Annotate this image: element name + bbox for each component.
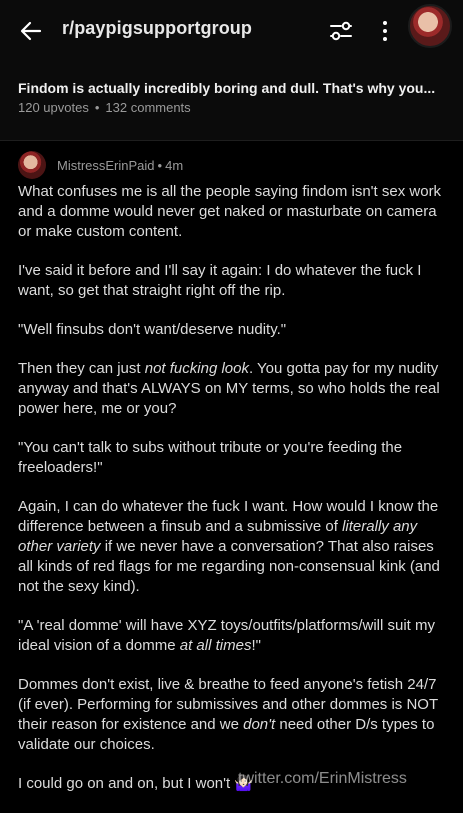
commenter-avatar[interactable] xyxy=(18,151,46,179)
watermark-text: twitter.com/ErinMistress xyxy=(238,770,407,787)
post-title[interactable]: Findom is actually incredibly boring and… xyxy=(18,80,448,96)
comment-paragraph: I've said it before and I'll say it agai… xyxy=(18,262,422,299)
comment-paragraph: Then they can just not fucking look. You… xyxy=(18,359,450,419)
top-app-bar: r/paypigsupportgroup xyxy=(0,0,463,62)
comment-paragraph: "Well finsubs don't want/deserve nudity.… xyxy=(18,321,287,338)
comment-paragraph: "A 'real domme' will have XYZ toys/outfi… xyxy=(18,616,450,656)
subreddit-name[interactable]: r/paypigsupportgroup xyxy=(62,18,252,39)
more-vertical-icon[interactable] xyxy=(374,18,396,44)
italic-text: not fucking look xyxy=(144,360,249,377)
comment-count: 132 comments xyxy=(105,100,191,115)
sort-filter-icon[interactable] xyxy=(328,18,354,44)
comment-time: 4m xyxy=(165,157,184,173)
text-run: Then they can just xyxy=(18,360,145,377)
italic-text: don't xyxy=(243,716,276,733)
upvote-count: 120 upvotes xyxy=(18,100,89,115)
post-header: Findom is actually incredibly boring and… xyxy=(0,62,463,141)
comment-body: What confuses me is all the people sayin… xyxy=(18,182,450,813)
text-run: !" xyxy=(251,637,261,654)
comment-paragraph: Again, I can do whatever the fuck I want… xyxy=(18,497,450,597)
meta-separator: • xyxy=(94,100,100,115)
post-meta: 120 upvotes • 132 comments xyxy=(18,100,191,115)
comment-paragraph: Dommes don't exist, live & breathe to fe… xyxy=(18,675,450,755)
back-arrow-icon[interactable] xyxy=(18,18,44,44)
comment-paragraph: What confuses me is all the people sayin… xyxy=(18,183,442,240)
comment-author[interactable]: MistressErinPaid xyxy=(57,158,155,173)
comment-header: MistressErinPaid • 4m xyxy=(18,150,183,180)
comment: MistressErinPaid • 4m What confuses me i… xyxy=(0,141,463,800)
user-avatar[interactable] xyxy=(408,4,452,48)
italic-text: at all times xyxy=(179,637,252,654)
comment-paragraph: "You can't talk to subs without tribute … xyxy=(18,439,403,476)
meta-separator: • xyxy=(157,157,163,173)
